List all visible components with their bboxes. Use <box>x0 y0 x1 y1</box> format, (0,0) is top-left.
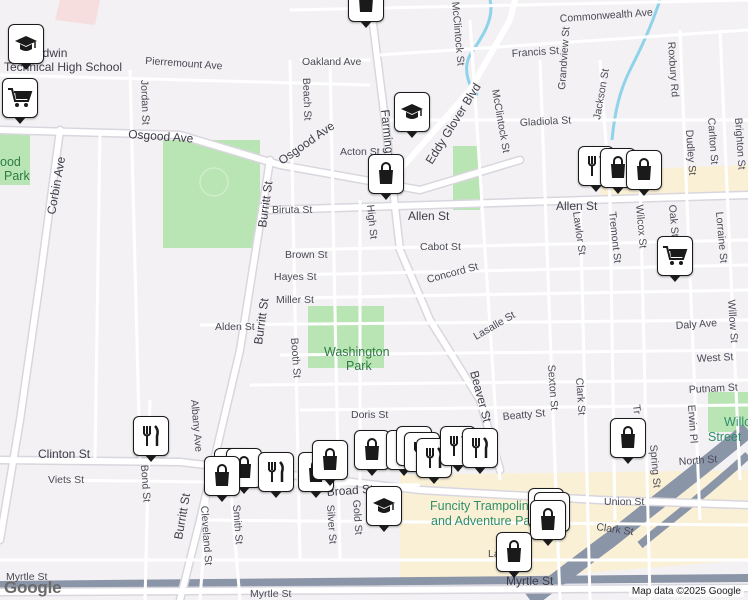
education-pin[interactable] <box>8 24 44 70</box>
poi-label: Street <box>708 430 742 444</box>
map-attribution[interactable]: Map data ©2025 Google <box>628 586 744 597</box>
education-icon <box>373 498 395 513</box>
park-label: Washington <box>324 345 390 359</box>
street-label: Cabot St <box>420 241 461 253</box>
street-label: Alden St <box>215 321 255 333</box>
shopping-bag-icon <box>323 448 337 470</box>
park-label: Park <box>4 169 30 183</box>
street-label: Allen St <box>408 209 450 223</box>
shopping-bag-icon <box>379 162 393 184</box>
street-label: Jordan St <box>138 80 152 125</box>
shopping-cart-pin[interactable] <box>2 78 38 124</box>
shopping-bag-icon <box>365 438 379 460</box>
shopping-bag-pin[interactable] <box>610 418 646 464</box>
street-label: Clinton St <box>38 447 91 461</box>
street-label: Union St <box>604 496 644 508</box>
map-canvas[interactable]: Commonwealth Ave McClintock St Francis S… <box>0 0 748 600</box>
restaurant-pin[interactable] <box>462 428 498 474</box>
street-label: Viets St <box>48 474 84 486</box>
street-label: Biruta St <box>272 204 312 216</box>
street-label: Tr <box>630 404 643 415</box>
street-label: Miller St <box>276 294 314 306</box>
education-icon <box>401 104 423 119</box>
shopping-bag-icon <box>507 540 521 562</box>
shopping-cart-pin[interactable] <box>657 236 693 282</box>
shopping-bag-icon <box>215 464 229 486</box>
shopping-bag-pin[interactable] <box>368 154 404 200</box>
education-icon <box>15 36 37 51</box>
street-label: Putnam St <box>689 381 739 396</box>
shopping-bag-pin[interactable] <box>626 150 662 196</box>
shopping-bag-pin[interactable] <box>354 430 390 476</box>
shopping-cart-icon <box>663 246 688 265</box>
restaurant-icon <box>143 425 159 446</box>
shopping-bag-pin[interactable] <box>312 440 348 486</box>
shopping-cart-icon <box>8 88 33 107</box>
street-label: Gold St <box>350 499 364 535</box>
restaurant-icon <box>472 437 488 458</box>
education-pin[interactable] <box>394 92 430 138</box>
shopping-bag-icon <box>621 426 635 448</box>
street-label: Myrtle St <box>250 588 292 600</box>
park-label: ood <box>0 155 21 169</box>
street-label: Doris St <box>351 409 388 421</box>
shopping-bag-icon <box>541 508 555 530</box>
google-logo: Google <box>4 578 62 597</box>
shopping-bag-pin[interactable] <box>530 500 566 546</box>
restaurant-pin[interactable] <box>258 452 294 498</box>
poi-label: Funcity Trampoline <box>430 499 536 513</box>
street-label: West St <box>697 351 734 365</box>
poi-label: and Adventure Park <box>431 514 542 528</box>
shopping-bag-pin[interactable] <box>204 456 240 502</box>
street-label: Brown St <box>285 249 328 261</box>
park-label: Park <box>346 359 372 373</box>
shopping-bag-icon <box>359 0 373 12</box>
poi-label: Willo <box>724 415 748 429</box>
shopping-bag-pin[interactable] <box>496 532 532 578</box>
shopping-bag-pin[interactable] <box>348 0 384 28</box>
street-label: Oakland Ave <box>302 56 362 68</box>
education-pin[interactable] <box>366 486 402 532</box>
street-label: Beach St <box>300 78 313 121</box>
restaurant-icon <box>268 461 284 482</box>
restaurant-pin[interactable] <box>133 416 169 462</box>
shopping-bag-icon <box>637 158 651 180</box>
street-label: Hayes St <box>274 271 317 283</box>
